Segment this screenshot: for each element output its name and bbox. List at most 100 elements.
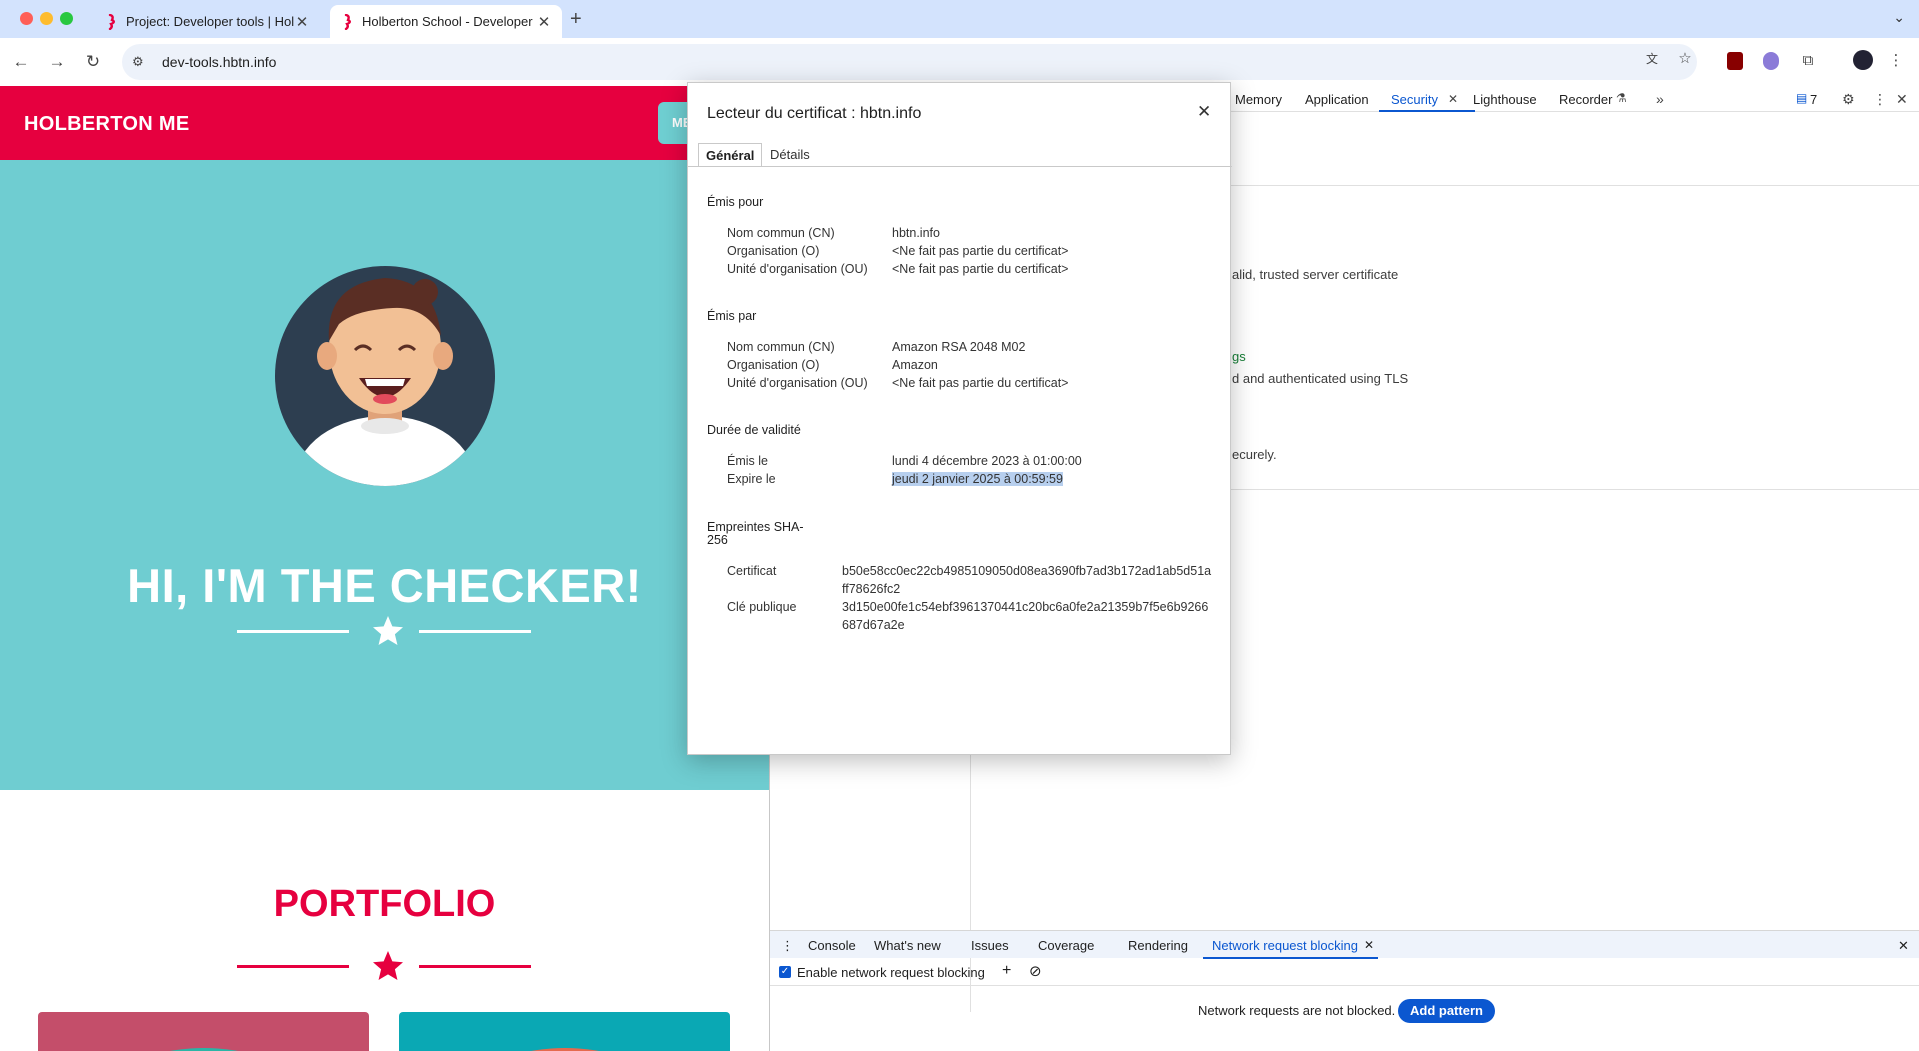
field-label: Nom commun (CN) <box>727 340 835 354</box>
tab-search-chevron-icon[interactable]: ⌄ <box>1893 9 1905 26</box>
issued-to-heading: Émis pour <box>707 195 764 209</box>
hero-section: HI, I'M THE CHECKER! <box>0 160 769 790</box>
tab-security[interactable]: Security <box>1391 92 1438 107</box>
add-icon[interactable]: + <box>1002 962 1011 980</box>
tab-title: Holberton School - Developer tools <box>362 14 536 29</box>
tab-divider <box>688 166 1232 167</box>
clear-block-icon[interactable]: ⊘ <box>1029 962 1042 980</box>
validity-heading: Durée de validité <box>707 423 801 437</box>
site-logo[interactable]: HOLBERTON ME <box>24 113 189 136</box>
issues-count[interactable]: 7 <box>1810 92 1817 107</box>
tab-issues[interactable]: Issues <box>971 938 1009 953</box>
close-tab-icon[interactable]: ✕ <box>536 13 552 31</box>
devtools-menu-icon[interactable]: ⋮ <box>1873 91 1887 108</box>
field-value: <Ne fait pas partie du certificat> <box>892 244 1069 258</box>
field-label: Unité d'organisation (OU) <box>727 262 868 276</box>
new-tab-icon[interactable]: + <box>570 8 582 31</box>
enable-blocking-checkbox[interactable]: ✓ <box>779 966 791 978</box>
browser-menu-icon[interactable]: ⋮ <box>1886 50 1906 70</box>
star-divider <box>237 611 537 651</box>
field-label: Organisation (O) <box>727 358 820 372</box>
browser-toolbar: ← → ↻ ⚙ dev-tools.hbtn.info 文 ☆ ⧉ ⋮ <box>0 38 1919 86</box>
close-window-button[interactable] <box>20 12 33 25</box>
browser-tab-active[interactable]: Holberton School - Developer tools ✕ <box>330 5 562 38</box>
close-tab-icon[interactable]: ✕ <box>294 13 310 31</box>
field-label: Organisation (O) <box>727 244 820 258</box>
reload-icon[interactable]: ↻ <box>81 50 105 74</box>
extensions-puzzle-icon[interactable]: ⧉ <box>1798 50 1818 70</box>
fingerprints-heading-line2: 256 <box>707 533 728 547</box>
star-divider <box>237 946 537 986</box>
security-connection-heading[interactable]: gs <box>1232 349 1246 364</box>
devtools-drawer-tab-bar: ⋮ Console What's new Issues Coverage Ren… <box>770 930 1919 959</box>
maximize-window-button[interactable] <box>60 12 73 25</box>
tab-title: Project: Developer tools | Holberton <box>126 14 294 29</box>
selected-expiry-value[interactable]: jeudi 2 janvier 2025 à 00:59:59 <box>892 472 1063 486</box>
network-blocking-toolbar: ✓ Enable network request blocking + ⊘ <box>770 958 1919 986</box>
back-arrow-icon[interactable]: ← <box>9 50 33 74</box>
tab-rendering[interactable]: Rendering <box>1128 938 1188 953</box>
divider-line <box>237 965 349 968</box>
address-bar[interactable]: ⚙ dev-tools.hbtn.info <box>122 44 1697 80</box>
field-label: Unité d'organisation (OU) <box>727 376 868 390</box>
dialog-title: Lecteur du certificat : hbtn.info <box>707 105 922 122</box>
tab-recorder[interactable]: Recorder <box>1559 92 1612 107</box>
close-tab-icon[interactable]: ✕ <box>1448 92 1458 106</box>
tab-console[interactable]: Console <box>808 938 856 953</box>
issues-message-icon[interactable]: ▤ <box>1796 91 1807 105</box>
tab-application[interactable]: Application <box>1305 92 1369 107</box>
security-certificate-text: alid, trusted server certificate <box>1232 267 1399 282</box>
field-value: hbtn.info <box>892 226 940 240</box>
close-icon[interactable]: ✕ <box>1197 102 1211 122</box>
profile-avatar-icon[interactable] <box>1853 50 1873 70</box>
field-value: Amazon RSA 2048 M02 <box>892 340 1026 354</box>
portfolio-card[interactable] <box>399 1012 730 1051</box>
divider-line <box>237 630 349 633</box>
site-settings-icon[interactable]: ⚙ <box>132 54 154 70</box>
tab-whats-new[interactable]: What's new <box>874 938 941 953</box>
close-devtools-icon[interactable]: ✕ <box>1896 91 1908 108</box>
field-label: Nom commun (CN) <box>727 226 835 240</box>
field-label: Émis le <box>727 454 768 468</box>
security-connection-text: d and authenticated using TLS <box>1232 371 1409 386</box>
field-label: Expire le <box>727 472 776 486</box>
ublock-extension-icon[interactable] <box>1727 52 1743 70</box>
site-header: HOLBERTON ME ME <box>0 86 769 160</box>
flask-icon: ⚗ <box>1616 91 1627 105</box>
empty-state-message: Network requests are not blocked. <box>1198 1003 1396 1018</box>
translate-icon[interactable]: 文 <box>1642 48 1662 68</box>
settings-gear-icon[interactable]: ⚙ <box>1842 91 1855 108</box>
certificate-fingerprint: b50e58cc0ec22cb4985109050d08ea3690fb7ad3… <box>842 564 1212 596</box>
website-viewport: HOLBERTON ME ME HI, I'M THE CHECKER! POR… <box>0 86 769 1051</box>
tab-coverage[interactable]: Coverage <box>1038 938 1094 953</box>
enable-blocking-label[interactable]: Enable network request blocking <box>797 965 985 980</box>
card-art <box>170 1048 238 1051</box>
tab-memory[interactable]: Memory <box>1235 92 1282 107</box>
browser-tab[interactable]: Project: Developer tools | Holberton ✕ <box>94 5 320 38</box>
public-key-fingerprint: 3d150e00fe1c54ebf3961370441c20bc6a0fe2a2… <box>842 600 1209 632</box>
bookmark-star-icon[interactable]: ☆ <box>1675 48 1695 68</box>
close-tab-icon[interactable]: ✕ <box>1364 938 1374 952</box>
selected-tab-indicator <box>1379 110 1475 112</box>
fingerprints-heading: Empreintes SHA- <box>707 520 804 534</box>
field-value: Amazon <box>892 358 938 372</box>
tab-details[interactable]: Détails <box>763 143 817 167</box>
minimize-window-button[interactable] <box>40 12 53 25</box>
avatar-illustration <box>275 266 495 486</box>
holberton-favicon-icon <box>104 13 118 30</box>
card-art <box>531 1048 599 1051</box>
forward-arrow-icon[interactable]: → <box>45 50 69 74</box>
hero-title: HI, I'M THE CHECKER! <box>127 559 642 612</box>
more-tabs-chevron-icon[interactable]: » <box>1656 91 1664 107</box>
tab-lighthouse[interactable]: Lighthouse <box>1473 92 1537 107</box>
close-drawer-icon[interactable]: ✕ <box>1898 938 1909 954</box>
add-pattern-button[interactable]: Add pattern <box>1398 999 1495 1023</box>
drawer-menu-icon[interactable]: ⋮ <box>781 938 794 954</box>
tab-network-request-blocking[interactable]: Network request blocking <box>1212 938 1358 953</box>
portfolio-card[interactable] <box>38 1012 369 1051</box>
privacy-extension-icon[interactable] <box>1763 52 1779 70</box>
tab-general[interactable]: Général <box>698 143 763 167</box>
field-value: lundi 4 décembre 2023 à 01:00:00 <box>892 454 1082 468</box>
url-text[interactable]: dev-tools.hbtn.info <box>162 54 276 70</box>
field-label: Clé publique <box>727 600 797 614</box>
